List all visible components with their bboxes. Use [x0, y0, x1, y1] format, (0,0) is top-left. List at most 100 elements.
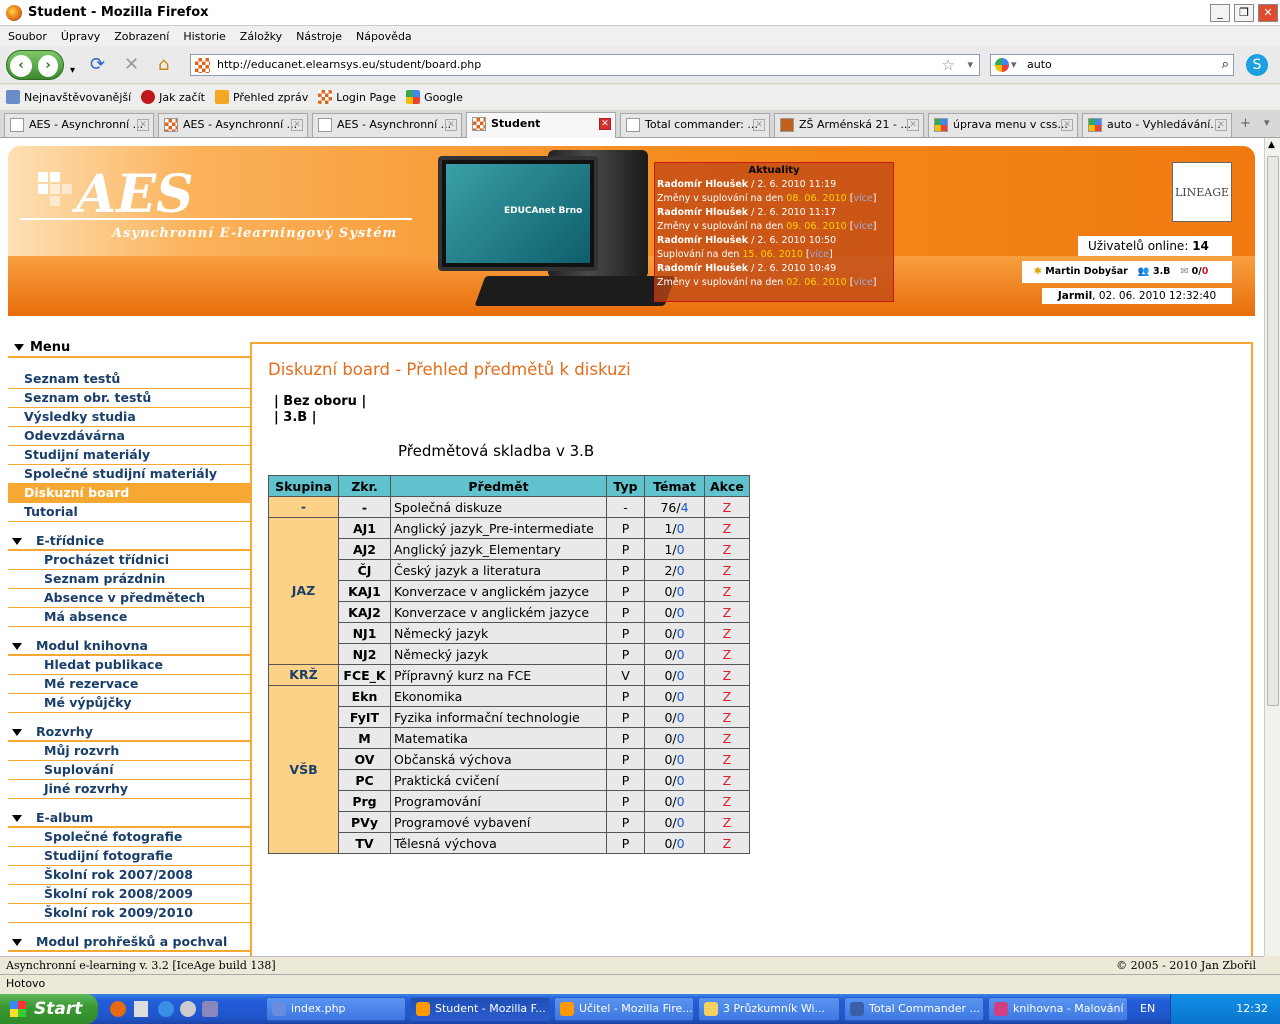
news-item-3-text[interactable]: Suplování na den 15. 06. 2010 [více] [657, 248, 891, 262]
subject-name[interactable]: Praktická cvičení [390, 769, 607, 791]
tab-close-icon[interactable]: ✕ [445, 119, 457, 131]
tab-close-icon[interactable]: ✕ [599, 118, 611, 130]
skype-icon[interactable]: S [1246, 54, 1268, 76]
task-pruzkumnik[interactable]: 3 Průzkumník Wi... [698, 997, 840, 1021]
star-icon[interactable]: ☆ [942, 55, 955, 75]
tab-close-icon[interactable]: ✕ [1215, 119, 1227, 131]
subject-name[interactable]: Německý jazyk [390, 622, 607, 644]
action-link[interactable]: Z [704, 601, 750, 623]
action-link[interactable]: Z [704, 643, 750, 665]
tab-list-icon[interactable]: ▾ [1264, 116, 1270, 129]
new-tab-icon[interactable]: + [1240, 116, 1251, 131]
sidebar-item-studijni-fotografie[interactable]: Studijní fotografie [8, 847, 250, 866]
messages-count[interactable]: 0/ [1192, 266, 1202, 277]
tab-close-icon[interactable]: ✕ [753, 119, 765, 131]
search-input[interactable]: ▾ auto ⌕ [990, 54, 1234, 76]
sidebar-item-spolecne-materialy[interactable]: Společné studijní materiály [8, 465, 250, 484]
tab-zs-armenska[interactable]: ZŠ Arménská 21 - ... ✕ [774, 113, 924, 137]
tab-aes-1[interactable]: AES - Asynchronní ... ✕ [4, 113, 154, 137]
sidebar-item-jine-rozvrhy[interactable]: Jiné rozvrhy [8, 780, 250, 799]
search-icon[interactable]: ⌕ [1222, 55, 1229, 75]
home-icon[interactable]: ⌂ [158, 56, 169, 74]
sidebar-item-odevzdavarna[interactable]: Odevzdávárna [8, 427, 250, 446]
subject-name[interactable]: Matematika [390, 727, 607, 749]
filter-bez-oboru[interactable]: Bez oboru [283, 394, 357, 409]
sidebar-item-tutorial[interactable]: Tutorial [8, 503, 250, 522]
action-link[interactable]: Z [704, 727, 750, 749]
menu-soubor[interactable]: Soubor [0, 30, 53, 43]
url-input[interactable]: http://educanet.elearnsys.eu/student/boa… [190, 54, 980, 76]
ie-quicklaunch-icon[interactable] [158, 1001, 174, 1017]
start-button[interactable]: Start [0, 994, 98, 1024]
action-link[interactable]: Z [704, 580, 750, 602]
maximize-button[interactable]: ❐ [1234, 4, 1254, 22]
sidebar-item-me-rezervace[interactable]: Mé rezervace [8, 675, 250, 694]
action-link[interactable]: Z [704, 496, 750, 518]
task-student-firefox[interactable]: Student - Mozilla F... [410, 997, 550, 1021]
sidebar-item-skolni-rok-2007[interactable]: Školní rok 2007/2008 [8, 866, 250, 885]
subject-name[interactable]: Konverzace v anglickém jazyce [390, 580, 607, 602]
sidebar-item-skolni-rok-2009[interactable]: Školní rok 2009/2010 [8, 904, 250, 923]
task-index-php[interactable]: index.php [266, 997, 406, 1021]
forward-icon[interactable]: › [38, 55, 58, 77]
news-more-link[interactable]: více [853, 193, 872, 204]
minimize-button[interactable]: _ [1210, 4, 1230, 22]
menu-napoveda[interactable]: Nápověda [348, 30, 418, 43]
subject-name[interactable]: Německý jazyk [390, 643, 607, 665]
menu-upravy[interactable]: Úpravy [53, 30, 106, 43]
sidebar-item-seznam-testu[interactable]: Seznam testů [8, 370, 250, 389]
sidebar-item-muj-rozvrh[interactable]: Můj rozvrh [8, 742, 250, 761]
subject-name[interactable]: Anglický jazyk_Pre-intermediate [390, 517, 607, 539]
sidebar-item-prochazet-tridnici[interactable]: Procházet třídnici [8, 551, 250, 570]
task-total-commander[interactable]: Total Commander ... [844, 997, 984, 1021]
menu-header[interactable]: Menu [8, 340, 250, 358]
menu-zobrazeni[interactable]: Zobrazení [106, 30, 175, 43]
sidebar-item-spolecne-fotografie[interactable]: Společné fotografie [8, 828, 250, 847]
sidebar-item-skolni-rok-2008[interactable]: Školní rok 2008/2009 [8, 885, 250, 904]
subject-name[interactable]: Programové vybavení [390, 811, 607, 833]
subject-name[interactable]: Společná diskuze [390, 496, 607, 518]
lineage-logo[interactable]: LINEAGE [1172, 162, 1232, 222]
user-name[interactable]: Martin Dobyšar [1045, 266, 1128, 277]
tab-aes-2[interactable]: AES - Asynchronní ... ✕ [158, 113, 308, 137]
bookmark-news[interactable]: Přehled zpráv [214, 90, 308, 104]
history-dropdown-icon[interactable]: ▾ [70, 62, 75, 80]
user-class[interactable]: 3.B [1153, 266, 1170, 277]
sidebar-item-ma-absence[interactable]: Má absence [8, 608, 250, 627]
action-link[interactable]: Z [704, 706, 750, 728]
url-dropdown-icon[interactable]: ▾ [967, 55, 973, 75]
sidebar-item-absence-v-predmetech[interactable]: Absence v předmětech [8, 589, 250, 608]
sidebar-group-modul-prohresku[interactable]: Modul prohřešků a pochval [8, 933, 250, 952]
task-malovani[interactable]: knihovna - Malování [988, 997, 1128, 1021]
menu-nastroje[interactable]: Nástroje [288, 30, 348, 43]
action-link[interactable]: Z [704, 559, 750, 581]
task-ucitel-firefox[interactable]: Učitel - Mozilla Fire... [554, 997, 694, 1021]
subject-name[interactable]: Konverzace v anglickém jazyce [390, 601, 607, 623]
stop-icon[interactable]: ✕ [124, 56, 139, 74]
tab-uprava-menu[interactable]: úprava menu v css... ✕ [928, 113, 1078, 137]
close-button[interactable]: ✕ [1258, 4, 1278, 22]
sidebar-group-e-album[interactable]: E-album [8, 809, 250, 828]
messages-new-count[interactable]: 0 [1202, 266, 1209, 277]
tab-total-commander[interactable]: Total commander: ... ✕ [620, 113, 770, 137]
subject-name[interactable]: Přípravný kurz na FCE [390, 664, 607, 686]
action-link[interactable]: Z [704, 622, 750, 644]
sidebar-item-suplovani[interactable]: Suplování [8, 761, 250, 780]
subject-name[interactable]: Programování [390, 790, 607, 812]
page-scrollbar[interactable]: ▲ [1264, 138, 1280, 956]
quicklaunch-icon[interactable] [134, 1001, 148, 1017]
sidebar-group-rozvrhy[interactable]: Rozvrhy [8, 723, 250, 742]
action-link[interactable]: Z [704, 685, 750, 707]
search-engine-dropdown-icon[interactable]: ▾ [1011, 55, 1017, 75]
sidebar-item-diskuzni-board[interactable]: Diskuzní board [8, 484, 250, 503]
subject-name[interactable]: Občanská výchova [390, 748, 607, 770]
quicklaunch-icon[interactable] [202, 1001, 218, 1017]
back-icon[interactable]: ‹ [10, 55, 32, 77]
sidebar-item-vysledky-studia[interactable]: Výsledky studia [8, 408, 250, 427]
filter-3b[interactable]: 3.B [283, 410, 307, 425]
media-quicklaunch-icon[interactable] [180, 1001, 196, 1017]
action-link[interactable]: Z [704, 832, 750, 854]
news-more-link[interactable]: více [853, 221, 872, 232]
sidebar-group-e-tridnice[interactable]: E-třídnice [8, 532, 250, 551]
action-link[interactable]: Z [704, 664, 750, 686]
